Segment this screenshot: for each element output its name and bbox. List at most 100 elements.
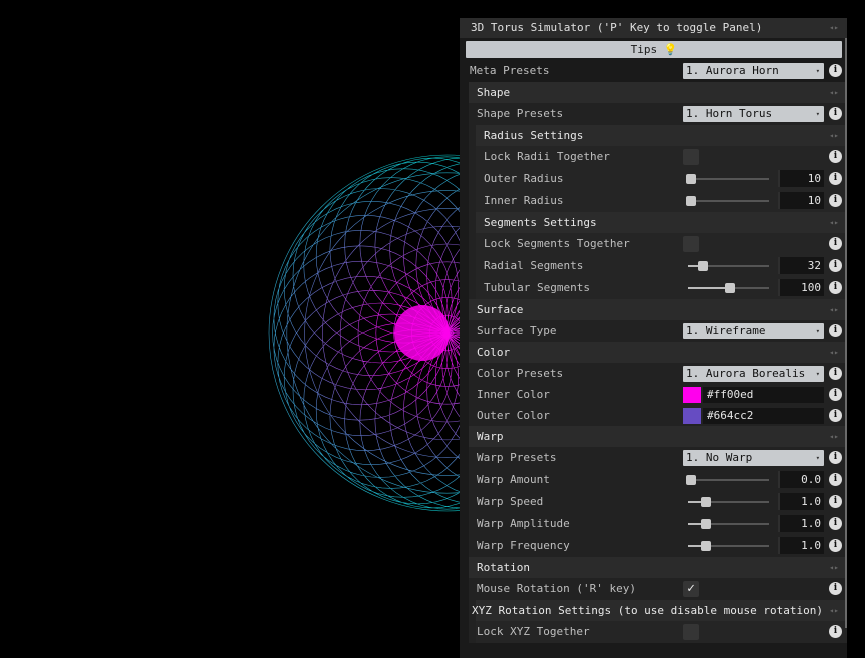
slider-handle[interactable] [698, 261, 709, 271]
info-icon[interactable]: i [829, 324, 842, 337]
rotation-folder-title: Rotation [477, 561, 530, 574]
collapse-icon[interactable]: ◂▸ [829, 342, 839, 363]
info-icon[interactable]: i [829, 495, 842, 508]
warp-amplitude-slider[interactable] [688, 519, 769, 529]
radius-settings-header[interactable]: Radius Settings ◂▸ [476, 125, 847, 146]
surface-type-value: 1. Wireframe [686, 324, 766, 337]
radial-segments-label: Radial Segments [484, 259, 584, 272]
lock-xyz-label: Lock XYZ Together [477, 625, 590, 638]
inner-radius-slider[interactable] [686, 196, 769, 206]
warp-speed-slider[interactable] [688, 497, 769, 507]
slider-handle[interactable] [700, 519, 711, 529]
info-icon[interactable]: i [829, 150, 842, 163]
segments-settings-header[interactable]: Segments Settings ◂▸ [476, 212, 847, 233]
info-icon[interactable]: i [829, 473, 842, 486]
surface-folder: Surface ◂▸ Surface Type 1. Wireframe ▾ i [469, 299, 847, 342]
outer-radius-input[interactable]: 10 [778, 170, 824, 187]
lock-segments-checkbox[interactable] [683, 236, 699, 252]
collapse-icon[interactable]: ◂▸ [829, 426, 839, 447]
meta-presets-select[interactable]: 1. Aurora Horn ▾ [683, 63, 824, 79]
warp-amplitude-input[interactable]: 1.0 [778, 515, 824, 532]
warp-frequency-slider[interactable] [688, 541, 769, 551]
radial-segments-slider[interactable] [688, 261, 769, 271]
warp-presets-row: Warp Presets 1. No Warp ▾ i [469, 447, 847, 469]
inner-radius-label: Inner Radius [484, 194, 564, 207]
radial-segments-input[interactable]: 32 [778, 257, 824, 274]
warp-amount-input[interactable]: 0.0 [778, 471, 824, 488]
surface-type-select[interactable]: 1. Wireframe ▾ [683, 323, 824, 339]
slider-handle[interactable] [686, 475, 696, 485]
collapse-icon[interactable]: ◂▸ [829, 82, 839, 103]
lock-radii-label: Lock Radii Together [484, 150, 610, 163]
warp-folder-title: Warp [477, 430, 504, 443]
info-icon[interactable]: i [829, 451, 842, 464]
info-icon[interactable]: i [829, 172, 842, 185]
info-icon[interactable]: i [829, 367, 842, 380]
info-icon[interactable]: i [829, 107, 842, 120]
info-icon[interactable]: i [829, 281, 842, 294]
inner-color-input[interactable]: #ff00ed [703, 387, 824, 403]
outer-color-input[interactable]: #664cc2 [703, 408, 824, 424]
slider-handle[interactable] [700, 497, 711, 507]
checkmark-icon: ✓ [687, 581, 695, 596]
slider-handle[interactable] [686, 174, 696, 184]
info-icon[interactable]: i [829, 388, 842, 401]
panel-title: 3D Torus Simulator ('P' Key to toggle Pa… [471, 21, 763, 34]
warp-frequency-input[interactable]: 1.0 [778, 537, 824, 554]
warp-speed-input[interactable]: 1.0 [778, 493, 824, 510]
slider-handle[interactable] [686, 196, 696, 206]
chevron-down-icon: ▾ [815, 454, 820, 462]
collapse-icon[interactable]: ◂▸ [829, 125, 839, 146]
color-folder: Color ◂▸ Color Presets 1. Aurora Boreali… [469, 342, 847, 426]
collapse-icon[interactable]: ◂▸ [829, 600, 839, 621]
shape-presets-select[interactable]: 1. Horn Torus ▾ [683, 106, 824, 122]
rotation-folder: Rotation ◂▸ Mouse Rotation ('R' key) ✓ i… [469, 557, 847, 643]
lock-xyz-checkbox[interactable] [683, 624, 699, 640]
slider-handle[interactable] [700, 541, 711, 551]
inner-color-swatch[interactable] [683, 387, 701, 403]
info-icon[interactable]: i [829, 517, 842, 530]
warp-amount-slider[interactable] [686, 475, 769, 485]
color-presets-row: Color Presets 1. Aurora Borealis ▾ i [469, 363, 847, 384]
surface-type-row: Surface Type 1. Wireframe ▾ i [469, 320, 847, 342]
radial-segments-row: Radial Segments 32 i [476, 255, 847, 277]
outer-color-row: Outer Color #664cc2 i [469, 405, 847, 426]
collapse-icon[interactable]: ◂▸ [829, 299, 839, 320]
shape-folder-header[interactable]: Shape ◂▸ [469, 82, 847, 103]
rotation-folder-header[interactable]: Rotation ◂▸ [469, 557, 847, 578]
info-icon[interactable]: i [829, 194, 842, 207]
info-icon[interactable]: i [829, 539, 842, 552]
panel-title-bar[interactable]: 3D Torus Simulator ('P' Key to toggle Pa… [460, 18, 847, 38]
collapse-icon[interactable]: ◂▸ [829, 18, 839, 38]
slider-handle[interactable] [724, 283, 735, 293]
lock-segments-row: Lock Segments Together i [476, 233, 847, 255]
info-icon[interactable]: i [829, 582, 842, 595]
info-icon[interactable]: i [829, 237, 842, 250]
tips-button[interactable]: Tips 💡 [466, 41, 842, 58]
inner-radius-input[interactable]: 10 [778, 192, 824, 209]
info-icon[interactable]: i [829, 409, 842, 422]
surface-folder-header[interactable]: Surface ◂▸ [469, 299, 847, 320]
meta-presets-value: 1. Aurora Horn [686, 64, 779, 77]
xyz-rotation-header[interactable]: XYZ Rotation Settings (to use disable mo… [472, 600, 847, 621]
collapse-icon[interactable]: ◂▸ [829, 212, 839, 233]
tubular-segments-slider[interactable] [688, 283, 769, 293]
panel-scrollbar[interactable] [845, 38, 847, 628]
chevron-down-icon: ▾ [815, 327, 820, 335]
info-icon[interactable]: i [829, 259, 842, 272]
info-icon[interactable]: i [829, 625, 842, 638]
outer-color-swatch[interactable] [683, 408, 701, 424]
color-presets-select[interactable]: 1. Aurora Borealis ▾ [683, 366, 824, 382]
info-icon[interactable]: i [829, 64, 842, 77]
color-folder-header[interactable]: Color ◂▸ [469, 342, 847, 363]
xyz-rotation-title: XYZ Rotation Settings (to use disable mo… [472, 604, 823, 617]
tubular-segments-input[interactable]: 100 [778, 279, 824, 296]
collapse-icon[interactable]: ◂▸ [829, 557, 839, 578]
warp-folder-header[interactable]: Warp ◂▸ [469, 426, 847, 447]
color-folder-title: Color [477, 346, 511, 359]
shape-folder-title: Shape [477, 86, 511, 99]
lock-radii-checkbox[interactable] [683, 149, 699, 165]
mouse-rotation-checkbox[interactable]: ✓ [683, 581, 699, 597]
warp-presets-select[interactable]: 1. No Warp ▾ [683, 450, 824, 466]
outer-radius-slider[interactable] [686, 174, 769, 184]
